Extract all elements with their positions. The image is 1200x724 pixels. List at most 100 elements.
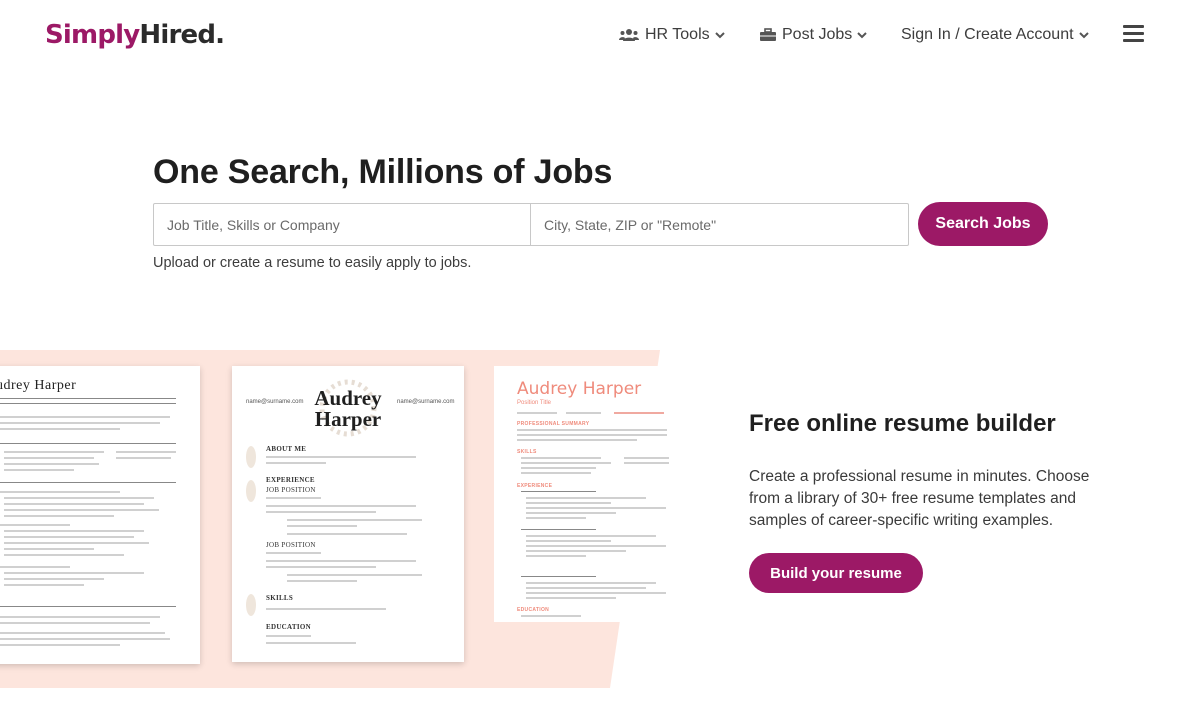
text-line: [266, 505, 416, 507]
text-line: [4, 578, 104, 580]
divider: [0, 398, 176, 399]
divider: [0, 403, 176, 404]
text-line: [521, 467, 596, 469]
text-line: [614, 412, 664, 414]
text-line: [526, 555, 586, 557]
text-line: [266, 635, 311, 637]
location-input[interactable]: [530, 203, 909, 246]
nav-hr-tools[interactable]: HR Tools: [619, 24, 725, 46]
build-resume-button[interactable]: Build your resume: [749, 553, 923, 593]
card3-position-title: Position Title: [517, 400, 552, 406]
text-line: [0, 638, 170, 640]
text-line: [266, 511, 376, 513]
site-header: SimplyHired. HR Tools Post Jobs Sign In …: [0, 0, 1200, 72]
text-line: [4, 542, 149, 544]
hamburger-menu-icon[interactable]: [1123, 25, 1144, 43]
text-line: [0, 524, 70, 526]
chevron-down-icon: [857, 31, 867, 38]
text-line: [521, 529, 596, 530]
create-resume-link[interactable]: create a resume: [220, 255, 325, 271]
text-line: [266, 560, 416, 562]
resume-template-card-3[interactable]: Audrey Harper Position Title PROFESSIONA…: [494, 366, 670, 622]
nav-sign-in[interactable]: Sign In / Create Account: [901, 24, 1089, 46]
text-line: [266, 462, 326, 464]
upload-link[interactable]: Upload: [153, 255, 199, 271]
job-title-input[interactable]: [153, 203, 531, 246]
card1-name: udrey Harper: [0, 378, 77, 393]
text-line: [4, 536, 134, 538]
users-icon: [619, 29, 639, 41]
text-line: [4, 548, 94, 550]
text-line: [521, 576, 596, 577]
text-line: [521, 491, 596, 492]
card2-name: Audrey Harper: [314, 386, 382, 431]
text-line: [4, 515, 114, 517]
text-line: [116, 457, 171, 459]
text-line: [0, 416, 170, 418]
text-line: [4, 509, 159, 511]
text-line: [4, 503, 144, 505]
card2-skills-heading: SKILLS: [266, 594, 294, 602]
text-line: [624, 462, 669, 464]
upload-resume-line: Upload or create a resume to easily appl…: [153, 255, 471, 271]
card3-experience-heading: EXPERIENCE: [517, 483, 553, 489]
divider: [0, 482, 176, 483]
text-line: [266, 497, 321, 499]
leaf-icon: [246, 480, 256, 502]
card2-email-left: name@surname.com: [246, 399, 304, 405]
search-jobs-button[interactable]: Search Jobs: [918, 202, 1048, 246]
text-line: [266, 552, 321, 554]
text-line: [0, 428, 120, 430]
text-line: [4, 457, 94, 459]
logo-simply-text: Simply: [45, 20, 140, 50]
divider: [0, 443, 176, 444]
nav-post-jobs[interactable]: Post Jobs: [760, 24, 867, 46]
resume-template-card-1[interactable]: udrey Harper: [0, 366, 200, 664]
text-line: [517, 439, 637, 441]
text-line: [266, 456, 416, 458]
logo-dot: .: [215, 20, 225, 50]
resume-template-card-2[interactable]: name@surname.com name@surname.com Audrey…: [232, 366, 464, 662]
card2-job-position: JOB POSITION: [266, 486, 316, 494]
text-line: [526, 512, 616, 514]
text-line: [287, 525, 357, 527]
text-line: [4, 572, 144, 574]
resume-builder-description: Create a professional resume in minutes.…: [749, 468, 1090, 529]
text-line: [526, 545, 666, 547]
text-line: [526, 540, 611, 542]
text-line: [4, 554, 124, 556]
text-line: [266, 608, 386, 610]
text-line: [266, 566, 376, 568]
divider: [0, 606, 176, 607]
text-line: [526, 550, 626, 552]
nav-hr-tools-label: HR Tools: [645, 26, 710, 43]
nav-post-jobs-label: Post Jobs: [782, 26, 853, 43]
chevron-down-icon: [1078, 31, 1089, 38]
text-line: [4, 469, 74, 471]
text-line: [526, 502, 611, 504]
text-line: [116, 451, 176, 453]
upload-or-text: or: [202, 255, 216, 271]
text-line: [4, 584, 84, 586]
text-line: [4, 497, 154, 499]
hamburger-line: [1123, 25, 1144, 28]
text-line: [521, 462, 611, 464]
text-line: [517, 434, 667, 436]
text-line: [517, 429, 667, 431]
hamburger-line: [1123, 32, 1144, 35]
text-line: [0, 491, 120, 493]
text-line: [526, 582, 656, 584]
text-line: [0, 566, 70, 568]
resume-builder-title: Free online resume builder: [749, 410, 1056, 437]
text-line: [526, 587, 646, 589]
text-line: [287, 519, 422, 521]
briefcase-icon: [760, 28, 776, 41]
text-line: [0, 622, 150, 624]
text-line: [517, 412, 557, 414]
text-line: [526, 535, 656, 537]
card2-email-right: name@surname.com: [397, 399, 455, 405]
simplyhired-logo[interactable]: SimplyHired.: [45, 18, 225, 52]
card3-education-heading: EDUCATION: [517, 607, 550, 613]
card2-education-heading: EDUCATION: [266, 623, 311, 631]
chevron-down-icon: [714, 31, 725, 38]
